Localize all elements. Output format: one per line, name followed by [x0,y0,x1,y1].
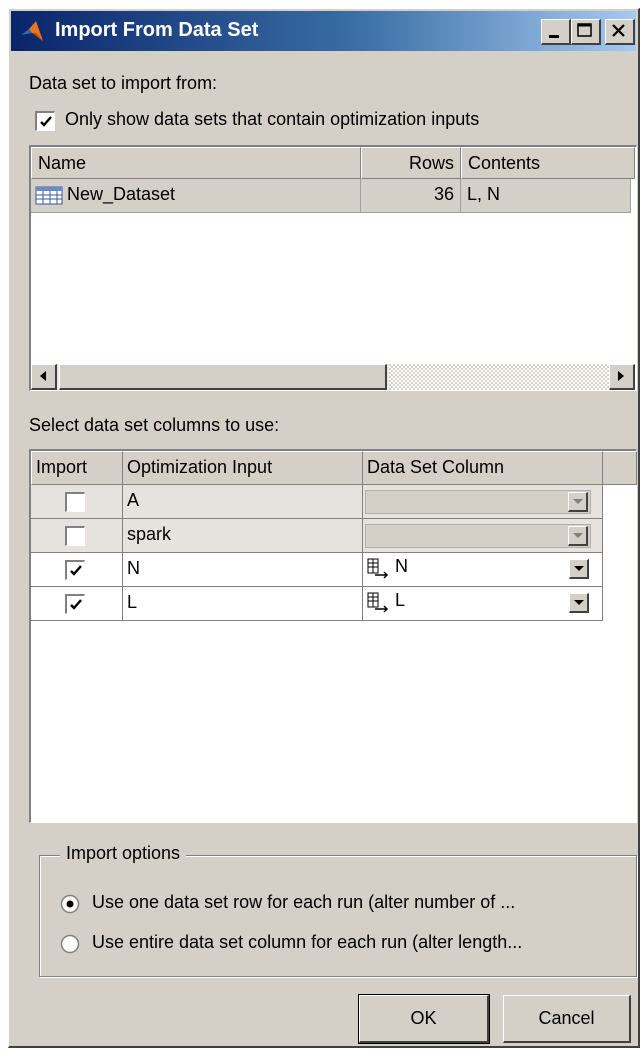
title-bar[interactable]: Import From Data Set [11,11,636,51]
arrow-left-icon [40,371,46,381]
column-header-rows[interactable]: Rows [361,147,461,179]
import-cell [31,485,123,519]
radio-row-per-run[interactable] [60,894,80,914]
window-title: Import From Data Set [55,19,259,41]
maximize-icon [577,23,592,37]
scroll-track[interactable] [389,364,609,390]
data-set-column-value: N [395,556,408,576]
import-options-group: Import options Use one data set row for … [39,843,637,977]
chevron-down-icon [573,499,583,504]
dropdown-button[interactable] [568,526,588,546]
dataset-rows-cell: 36 [361,179,461,213]
optimization-input-cell: L [123,587,363,621]
import-cell [31,587,123,621]
data-set-column-combo-n[interactable]: N [365,556,591,582]
columns-table: Import Optimization Input Data Set Colum… [29,449,637,823]
import-options-legend: Import options [60,843,187,864]
dataset-contents-cell: L, N [461,179,631,213]
data-set-column-combo-spark[interactable] [365,524,591,548]
column-header-contents[interactable]: Contents [461,147,635,179]
data-set-column-cell: N [363,553,603,587]
arrow-right-icon [618,371,624,381]
minimize-button[interactable] [541,19,571,45]
column-header-filler [603,451,637,485]
matlab-logo-icon [21,21,43,41]
only-show-optimization-checkbox[interactable] [35,111,55,131]
cancel-button[interactable]: Cancel [503,995,631,1043]
import-dialog: Import From Data Set Data set to import … [8,8,640,1048]
ok-button[interactable]: OK [358,994,490,1044]
dataset-name: New_Dataset [67,184,176,204]
column-header-import[interactable]: Import [31,451,123,485]
chevron-down-icon [574,566,584,571]
column-header-data-set-column[interactable]: Data Set Column [363,451,603,485]
import-cell [31,553,123,587]
chevron-down-icon [574,600,584,605]
only-show-optimization-label: Only show data sets that contain optimiz… [65,109,480,129]
import-checkbox-l[interactable] [65,594,85,614]
columns-section-label: Select data set columns to use: [29,415,280,435]
checkmark-icon [40,116,52,127]
column-header-name[interactable]: Name [31,147,361,179]
data-set-column-cell [363,519,603,553]
dropdown-button[interactable] [568,492,588,512]
columns-table-header: Import Optimization Input Data Set Colum… [31,451,603,485]
dataset-section-label: Data set to import from: [29,73,218,93]
checkmark-icon [70,599,82,610]
data-set-column-cell [363,485,603,519]
data-set-column-combo-l[interactable]: L [365,590,591,616]
optimization-input-cell: A [123,485,363,519]
scroll-left-button[interactable] [31,364,57,390]
close-button[interactable] [605,19,635,45]
dataset-name-cell: New_Dataset [31,179,361,213]
import-checkbox-spark[interactable] [65,526,85,546]
minimize-icon [549,35,559,38]
table-row[interactable]: N N [31,553,603,587]
data-set-column-combo-a[interactable] [365,490,591,514]
table-row[interactable]: spark [31,519,603,553]
radio-column-per-run-label: Use entire data set column for each run … [92,932,523,952]
data-column-icon [367,592,389,613]
dataset-table-icon [35,186,63,205]
dataset-table: Name Rows Contents New_Dataset 36 L, N [29,145,637,391]
table-row[interactable]: A [31,485,603,519]
data-set-column-value: L [395,590,406,610]
table-row[interactable]: L L [31,587,603,621]
column-header-optimization-input[interactable]: Optimization Input [123,451,363,485]
import-checkbox-n[interactable] [65,560,85,580]
optimization-input-cell: spark [123,519,363,553]
scroll-right-button[interactable] [609,364,635,390]
close-icon [612,24,625,37]
checkmark-icon [70,565,82,576]
table-row[interactable]: New_Dataset 36 L, N [31,179,631,213]
dropdown-button[interactable] [569,593,589,613]
horizontal-scrollbar[interactable] [31,364,635,390]
scroll-thumb[interactable] [59,364,387,390]
chevron-down-icon [573,533,583,538]
radio-column-per-run[interactable] [60,934,80,954]
optimization-input-cell: N [123,553,363,587]
radio-row-per-run-label: Use one data set row for each run (alter… [92,892,516,912]
import-cell [31,519,123,553]
import-checkbox-a[interactable] [65,492,85,512]
data-set-column-cell: L [363,587,603,621]
maximize-button[interactable] [571,19,601,45]
dropdown-button[interactable] [569,559,589,579]
data-column-icon [367,558,389,579]
